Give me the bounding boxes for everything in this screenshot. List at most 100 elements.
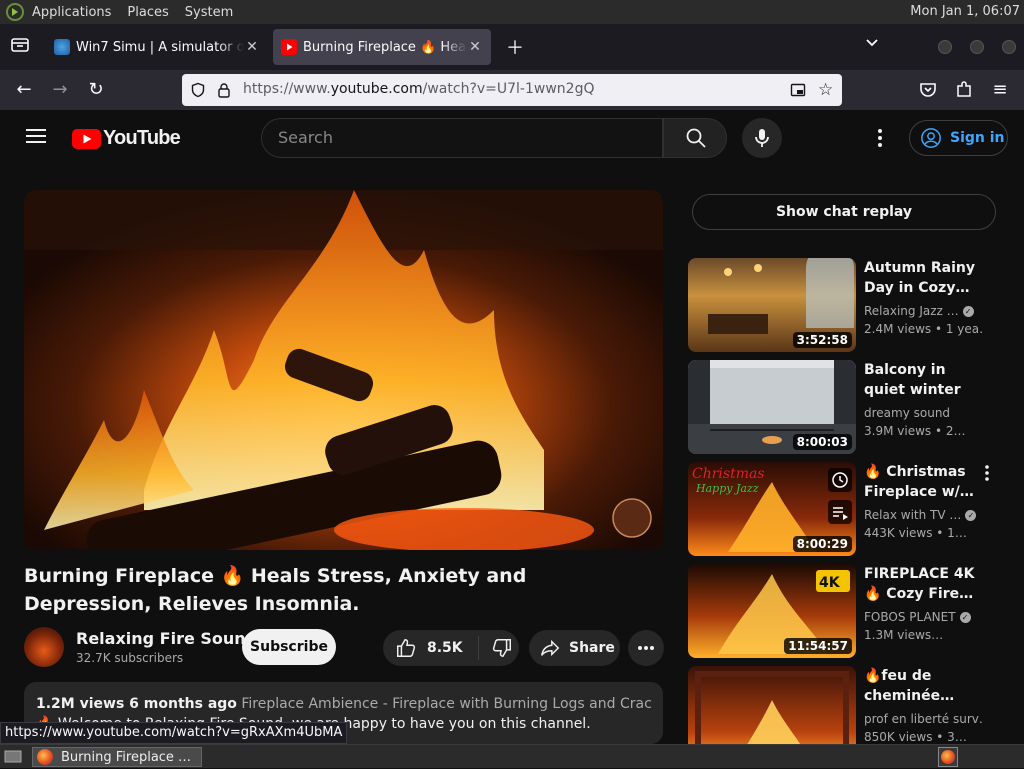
bookmark-star-icon[interactable]: ☆ [818,80,833,100]
recommendation-views: 3.9M views • 2… [864,424,966,438]
recommendation-channel: FOBOS PLANET ✓ [864,610,982,624]
more-actions-button[interactable] [628,630,664,666]
recommendation-item[interactable]: 8:00:03 Balcony in quiet winter mountain… [688,360,1018,456]
search-button[interactable] [663,118,727,158]
recommendation-channel: dreamy sound [864,406,951,420]
guide-menu-icon[interactable] [26,128,46,148]
new-tab-plus-icon[interactable]: ＋ [506,34,524,60]
applications-menu[interactable]: Applications [32,5,111,20]
tab-close-icon[interactable]: ✕ [467,39,483,55]
account-circle-icon [921,128,941,148]
sign-in-label: Sign in [950,130,1005,146]
video-thumbnail[interactable]: 8:00:03 [688,360,856,454]
taskbar-window-firefox[interactable]: Burning Fireplace … [32,747,202,767]
recommendation-title[interactable]: Balcony in quiet winter mountain… [864,360,982,400]
like-dislike-group: 8.5K [383,630,519,666]
youtube-logo[interactable]: YouTube [72,127,181,150]
firefox-view-icon[interactable] [10,35,30,60]
reload-icon[interactable]: ↻ [84,78,108,102]
address-bar[interactable]: https://www.youtube.com/watch?v=U7l-1wwn… [182,74,842,106]
lock-icon[interactable] [217,82,231,102]
browser-tab-strip: Win7 Simu | A simulator of Windows 7 ✕ B… [0,24,1024,70]
browser-navbar: ← → ↻ https://www.youtube.com/watch?v=U7… [0,70,1024,110]
watch-later-clock-icon[interactable] [828,468,852,496]
recommendation-item[interactable]: 3:52:58 Autumn Rainy Day in Cozy… Relaxi… [688,258,1018,354]
youtube-masthead: YouTube Search Sign in [0,110,1024,166]
youtube-logo-text: YouTube [103,127,181,149]
recommendation-title[interactable]: FIREPLACE 4K 🔥 Cozy Fire… [864,564,982,604]
action-menu-kebab-icon[interactable] [984,464,990,486]
youtube-favicon-icon [281,39,297,55]
search-icon [686,128,706,148]
recommendation-title[interactable]: 🔥 Christmas Fireplace w/… [864,462,982,502]
video-player[interactable] [24,190,663,550]
picture-in-picture-icon[interactable] [790,82,806,102]
panel-clock[interactable]: Mon Jan 1, 06:07 [910,4,1020,19]
places-menu[interactable]: Places [127,5,168,20]
video-thumbnail[interactable]: 4K 11:54:57 [688,564,856,658]
verified-check-icon: ✓ [962,306,974,317]
microphone-icon [755,129,769,147]
video-duration: 3:52:58 [792,332,852,348]
voice-search-button[interactable] [742,118,782,158]
maximize-window-button[interactable] [970,40,984,54]
video-duration: 8:00:03 [792,434,852,450]
fireplace-video-frame [24,190,663,550]
recommendation-views: 1.3M views… [864,628,944,642]
bottom-taskbar: Burning Fireplace … [0,744,1024,768]
like-button[interactable]: 8.5K [383,636,479,660]
subscribe-button[interactable]: Subscribe [242,629,336,665]
system-top-panel: Applications Places System Mon Jan 1, 06… [0,0,1024,24]
recommendation-item[interactable]: Christmas Happy Jazz 8:00:29 🔥 Christmas … [688,462,1018,558]
search-input[interactable]: Search [261,118,663,158]
dislike-button[interactable] [479,637,513,659]
recommendation-channel: prof en liberté surv… [864,712,982,726]
video-title: Burning Fireplace 🔥 Heals Stress, Anxiet… [24,565,527,615]
firefox-icon [37,749,53,765]
recommendation-item[interactable]: 4K 11:54:57 FIREPLACE 4K 🔥 Cozy Fire… FO… [688,564,1018,660]
sign-in-button[interactable]: Sign in [909,120,1008,156]
back-arrow-icon[interactable]: ← [12,78,36,102]
pocket-icon[interactable] [916,78,940,102]
close-window-button[interactable] [1002,40,1016,54]
add-to-queue-icon[interactable] [828,500,852,528]
settings-kebab-icon[interactable] [876,128,884,152]
recommendation-title[interactable]: Autumn Rainy Day in Cozy… [864,258,982,298]
verified-check-icon: ✓ [959,612,971,623]
extensions-puzzle-icon[interactable] [952,78,976,102]
thumbs-down-icon [492,639,511,657]
video-duration: 11:54:57 [784,638,852,654]
recommendation-title[interactable]: 🔥feu de cheminée… [864,666,982,706]
video-thumbnail[interactable]: Christmas Happy Jazz 8:00:29 [688,462,856,556]
verified-check-icon: ✓ [965,510,977,521]
recommendation-views: 443K views • 1… [864,526,967,540]
svg-text:Christmas: Christmas [692,466,765,482]
tab-win7-simu[interactable]: Win7 Simu | A simulator of Windows 7 ✕ [46,29,268,65]
like-count: 8.5K [427,640,463,656]
win7-favicon-icon [54,39,70,55]
show-desktop-icon[interactable] [4,749,22,769]
show-chat-replay-button[interactable]: Show chat replay [692,194,996,230]
tray-firefox-icon[interactable] [938,747,958,767]
shield-icon[interactable] [190,82,206,102]
recommendation-views: 2.4M views • 1 yea… [864,322,982,336]
share-arrow-icon [541,639,560,657]
minimize-window-button[interactable] [938,40,952,54]
channel-avatar[interactable] [24,627,64,667]
url-text[interactable]: https://www.youtube.com/watch?v=U7l-1wwn… [243,81,594,97]
tab-title: Burning Fireplace 🔥 Heals Stress [303,39,467,55]
thumbs-up-icon [397,639,416,657]
video-thumbnail[interactable]: 3:52:58 [688,258,856,352]
channel-name[interactable]: Relaxing Fire Sound [76,629,257,648]
tab-burning-fireplace[interactable]: Burning Fireplace 🔥 Heals Stress ✕ [273,29,491,65]
share-button[interactable]: Share [529,630,620,666]
system-menu[interactable]: System [185,5,233,20]
svg-text:Happy Jazz: Happy Jazz [695,482,759,495]
description-tags: Fireplace Ambience - Fireplace with Burn… [241,696,651,712]
tab-close-icon[interactable]: ✕ [244,39,260,55]
list-all-tabs-chevron-icon[interactable] [864,34,880,55]
gnome-logo-icon[interactable] [6,3,24,21]
app-menu-hamburger-icon[interactable]: ≡ [988,78,1012,102]
recommendation-channel: Relax with TV … ✓ [864,508,982,522]
forward-arrow-icon[interactable]: → [48,78,72,102]
